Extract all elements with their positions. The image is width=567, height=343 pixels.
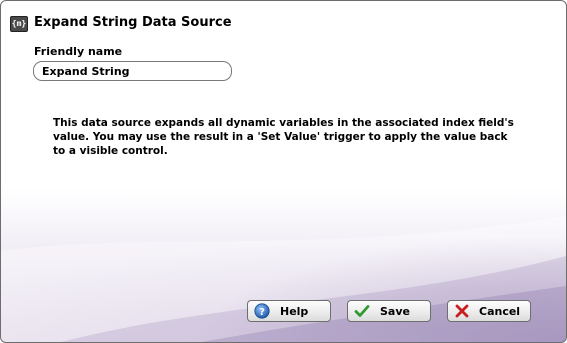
- help-icon: ?: [254, 303, 270, 319]
- help-button[interactable]: ? Help: [247, 300, 331, 322]
- x-icon: [455, 304, 469, 318]
- checkmark-icon: [354, 305, 370, 317]
- friendly-name-label: Friendly name: [34, 45, 123, 58]
- cancel-button-label: Cancel: [479, 305, 521, 318]
- expand-string-dialog: {m} Expand String Data Source Friendly n…: [0, 0, 567, 343]
- dialog-title: Expand String Data Source: [34, 15, 232, 30]
- svg-text:?: ?: [259, 307, 265, 318]
- data-source-description: This data source expands all dynamic var…: [53, 117, 514, 157]
- save-button[interactable]: Save: [347, 300, 431, 322]
- help-button-label: Help: [280, 305, 309, 318]
- friendly-name-input[interactable]: [33, 61, 232, 81]
- data-source-icon: {m}: [10, 16, 28, 32]
- save-button-label: Save: [380, 305, 410, 318]
- cancel-button[interactable]: Cancel: [447, 300, 531, 322]
